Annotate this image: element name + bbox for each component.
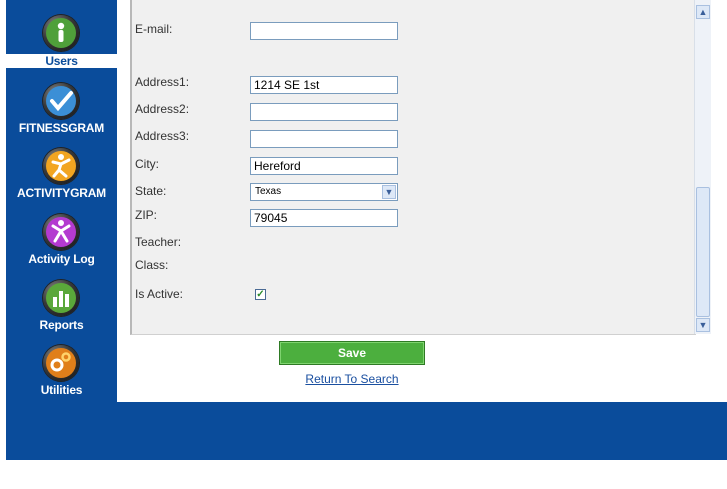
sidebar-item-activitygram[interactable]: ACTIVITYGRAM — [6, 145, 117, 201]
checkmark-icon — [43, 83, 79, 119]
sidebar-item-label: ACTIVITYGRAM — [17, 186, 106, 200]
sidebar-item-fitnessgram[interactable]: FITNESSGRAM — [6, 80, 117, 136]
address3-field[interactable] — [250, 130, 398, 148]
scroll-down-icon[interactable]: ▼ — [696, 318, 710, 332]
running-figure-icon — [43, 148, 79, 184]
return-to-search-link[interactable]: Return To Search — [287, 372, 417, 386]
sidebar-item-reports[interactable]: Reports — [6, 277, 117, 333]
user-icon — [43, 15, 79, 51]
gears-icon — [43, 345, 79, 381]
zip-label: ZIP: — [135, 208, 158, 222]
is-active-checkbox[interactable]: ✓ — [255, 289, 266, 300]
activity-figure-icon — [43, 214, 79, 250]
zip-field[interactable] — [250, 209, 398, 227]
scroll-up-icon[interactable]: ▲ — [696, 5, 710, 19]
sidebar-item-label: FITNESSGRAM — [18, 121, 105, 135]
state-label: State: — [135, 184, 167, 198]
sidebar-item-users[interactable]: Users — [6, 0, 117, 68]
main-content: E-mail: Address1: Address2: Address3: Ci… — [117, 0, 727, 402]
address2-label: Address2: — [135, 102, 190, 116]
sidebar-item-label: Activity Log — [28, 252, 95, 266]
form-scrollbar[interactable]: ▲ ▼ — [694, 0, 711, 334]
scrollbar-thumb[interactable] — [696, 187, 710, 317]
city-label: City: — [135, 157, 159, 171]
address1-label: Address1: — [135, 75, 190, 89]
chevron-down-icon[interactable]: ▼ — [382, 185, 396, 199]
state-selected-value: Texas — [255, 186, 282, 197]
email-field[interactable] — [250, 22, 398, 40]
sidebar-item-label: Users — [6, 54, 117, 68]
teacher-label: Teacher: — [135, 235, 182, 249]
class-label: Class: — [135, 258, 169, 272]
sidebar-item-label: Utilities — [40, 383, 83, 397]
address2-field[interactable] — [250, 103, 398, 121]
bar-chart-icon — [43, 280, 79, 316]
address3-label: Address3: — [135, 129, 190, 143]
sidebar-item-label: Reports — [39, 318, 84, 332]
is-active-label: Is Active: — [135, 287, 184, 301]
address1-field[interactable] — [250, 76, 398, 94]
city-field[interactable] — [250, 157, 398, 175]
state-select[interactable]: Texas ▼ — [250, 183, 398, 201]
sidebar-item-activity-log[interactable]: Activity Log — [6, 211, 117, 267]
save-button[interactable]: Save — [279, 341, 425, 365]
sidebar-nav: Users FITNESSGRAM ACTIVITYGRAM Activity … — [6, 0, 117, 460]
user-form-panel: E-mail: Address1: Address2: Address3: Ci… — [130, 0, 696, 335]
email-label: E-mail: — [135, 22, 173, 36]
sidebar-item-utilities[interactable]: Utilities — [6, 342, 117, 398]
